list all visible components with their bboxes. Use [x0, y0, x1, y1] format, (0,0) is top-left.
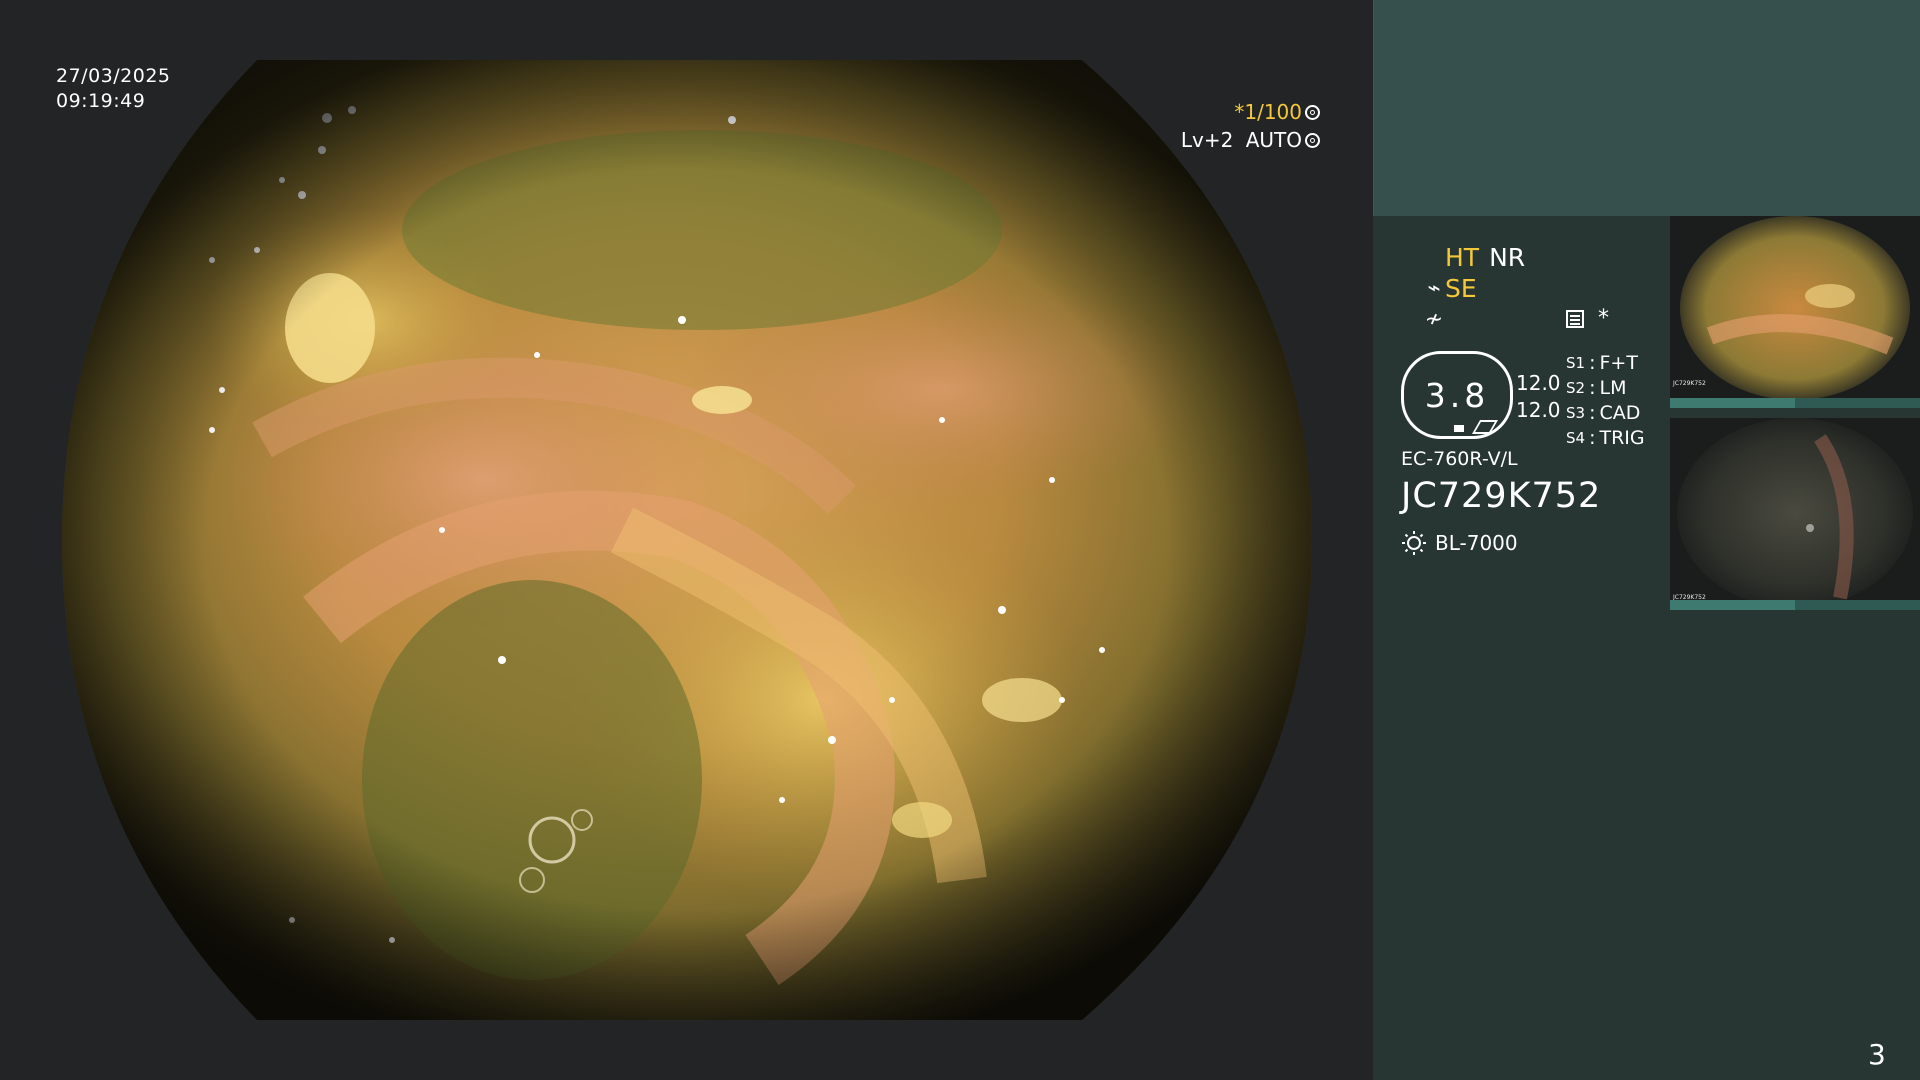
switch-value: TRIG [1599, 427, 1645, 449]
exposure-mode: AUTO [1245, 128, 1302, 152]
switch-key: S4 [1566, 429, 1586, 447]
aperture-icon [1305, 104, 1320, 120]
endoscopic-image [62, 60, 1312, 1020]
shutter-readout: *1/100 Lv+2 AUTO [1180, 98, 1320, 154]
se-mode: SE [1445, 274, 1477, 303]
header-band [1373, 0, 1920, 216]
switch-row: S4: TRIG [1566, 427, 1645, 449]
scope-tip-icon: ⌁ [1427, 276, 1441, 301]
switch-key: S1 [1566, 354, 1586, 372]
zoom-values: 12.0 12.0 [1516, 370, 1561, 424]
zoom-value-2: 12.0 [1516, 398, 1561, 422]
switch-value: F+T [1599, 352, 1638, 374]
settings-icons: * [1566, 306, 1609, 331]
switch-row: S3: CAD [1566, 402, 1641, 424]
menu-icon [1566, 309, 1584, 328]
brightness-level: Lv+2 [1180, 128, 1234, 152]
light-source-label: BL-7000 [1435, 531, 1518, 555]
thumbnail-1-image [1680, 216, 1910, 400]
thumbnail-1-bar [1670, 398, 1920, 408]
endoscope-view: 27/03/2025 09:19:49 *1/100 Lv+2 AUTO [0, 0, 1373, 1080]
thumbnail-2-bar [1670, 600, 1920, 610]
thumbnail-2-image [1677, 418, 1913, 608]
switch-value: CAD [1599, 402, 1641, 424]
asterisk-icon: * [1598, 306, 1609, 331]
switch-value: LM [1599, 377, 1627, 399]
info-panel: HT NR ⌁ SE ≁ * 3.8 12.0 12.0 S1: F+T S2: [1373, 0, 1920, 1080]
zoom-value-1: 12.0 [1516, 371, 1561, 395]
switch-list: S1: F+T S2: LM S3: CAD S4: TRIG [1566, 351, 1645, 451]
thumbnail-1[interactable]: JC729K752 3 [1670, 216, 1920, 408]
badge-marker [1454, 425, 1464, 432]
light-source: BL-7000 [1401, 530, 1518, 556]
switch-row: S2: LM [1566, 377, 1627, 399]
freeze-icon: ≁ [1424, 307, 1444, 332]
switch-key: S3 [1566, 404, 1586, 422]
light-source-icon [1402, 531, 1426, 555]
thumbnail-2[interactable]: JC729K752 1 [1670, 418, 1920, 610]
shutter-speed: *1/100 [1234, 100, 1302, 124]
ht-mode: HT [1445, 243, 1480, 272]
scope-serial: JC729K752 [1401, 476, 1602, 516]
zoom-badge: 3.8 [1401, 351, 1513, 439]
zoom-value: 3.8 [1424, 375, 1490, 415]
iris-icon [1305, 132, 1320, 148]
badge-slash-icon [1471, 420, 1499, 434]
page-number: 3 [1868, 1038, 1886, 1071]
switch-row: S1: F+T [1566, 352, 1638, 374]
scope-model: EC-760R-V/L [1401, 448, 1518, 470]
switch-key: S2 [1566, 379, 1586, 397]
nr-mode: NR [1489, 243, 1526, 272]
thumbnail-1-label: JC729K752 [1673, 380, 1706, 387]
image-mode-block: HT NR ⌁ SE ≁ [1423, 242, 1525, 335]
